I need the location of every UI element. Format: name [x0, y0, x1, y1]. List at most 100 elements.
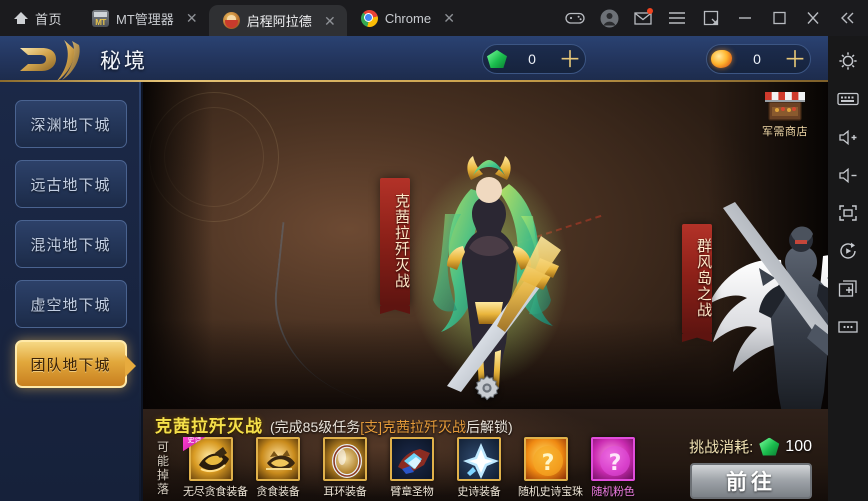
quest-desc-pre: (完成85级任务: [270, 419, 361, 435]
currency-coin[interactable]: 0 ＋: [706, 44, 811, 74]
coin-value: 0: [753, 51, 761, 67]
drop-item[interactable]: 史诗 贪食装备: [183, 437, 306, 499]
minimize-icon[interactable]: [728, 0, 762, 36]
tab-close-icon[interactable]: ✕: [181, 11, 203, 25]
close-icon[interactable]: [796, 0, 830, 36]
sidebar-item-raid[interactable]: 团队地下城: [14, 340, 136, 388]
dungeon-sidebar: 深渊地下城 远古地下城 混沌地下城 虚空地下城 团队地下城: [0, 82, 141, 501]
item-name: 臂章圣物: [390, 486, 434, 498]
menu-icon[interactable]: [660, 0, 694, 36]
quest-title: 克茜拉歼灭战: [155, 417, 263, 436]
gem-icon: [759, 437, 780, 456]
drop-item[interactable]: 史诗 耳环装备: [183, 437, 373, 499]
drop-item[interactable]: ? 史诗 随机史诗宝珠: [183, 437, 583, 499]
maximize-icon[interactable]: [762, 0, 796, 36]
record-icon[interactable]: [831, 234, 865, 268]
sidebar-item-abyss[interactable]: 深渊地下城: [14, 100, 127, 148]
mail-icon[interactable]: [626, 0, 660, 36]
military-shop-button[interactable]: 军需商店: [756, 88, 814, 139]
challenge-cost: 挑战消耗: 100: [689, 436, 812, 457]
item-name: 贪食装备: [256, 486, 300, 498]
cost-label: 挑战消耗:: [689, 439, 754, 456]
gem-icon: [487, 50, 507, 68]
drop-item[interactable]: 史诗 臂章圣物: [183, 437, 440, 499]
tab-label: 启程阿拉德: [246, 14, 312, 29]
drop-list: 史诗 无尽贪食装备 史诗 贪食装备 史诗 耳环装备: [183, 437, 641, 499]
account-avatar-icon[interactable]: [592, 0, 626, 36]
quest-desc-tag: [支]: [360, 419, 383, 435]
shop-label: 军需商店: [762, 126, 808, 138]
drop-item[interactable]: ? 随机粉色: [585, 437, 641, 499]
quest-row: 克茜拉歼灭战 (完成85级任务[支]克茜拉歼灭战后解锁): [155, 412, 513, 437]
quest-description: (完成85级任务[支]克茜拉歼灭战后解锁): [270, 417, 513, 437]
chrome-icon: [360, 9, 378, 27]
quest-desc-name: 克茜拉歼灭战: [382, 419, 467, 435]
svg-text:?: ?: [609, 451, 622, 476]
settings-gear-icon[interactable]: [831, 44, 865, 78]
currency-gem[interactable]: 0 ＋: [482, 44, 586, 74]
emulator-window: 首页 MT管理器 ✕ 启程阿拉德 ✕ Chrome ✕: [0, 0, 868, 501]
emulator-dock: [828, 36, 868, 501]
gamepad-icon[interactable]: [558, 0, 592, 36]
dungeon-info-panel: 克茜拉歼灭战 (完成85级任务[支]克茜拉歼灭战后解锁) 可能掉落 史诗 无尽贪…: [143, 409, 828, 501]
dungeon-map[interactable]: 克茜拉歼灭战 群风岛之战 军需商店: [143, 82, 828, 409]
gem-add-button[interactable]: ＋: [557, 46, 583, 72]
game-logo: [20, 40, 80, 82]
item-icon-armband-relic: [390, 437, 434, 481]
item-icon-endless-gluttony: [189, 437, 233, 481]
tab-game-alad[interactable]: 启程阿拉德 ✕: [208, 5, 347, 36]
map-path-decor: [486, 214, 620, 310]
collapse-icon[interactable]: [830, 0, 864, 36]
tab-label: Chrome: [384, 10, 432, 26]
go-button[interactable]: 前往: [690, 463, 812, 499]
more-icon[interactable]: [831, 310, 865, 344]
titlebar: 首页 MT管理器 ✕ 启程阿拉德 ✕ Chrome ✕: [0, 0, 868, 36]
item-icon-earring: [323, 437, 367, 481]
item-icon-random-epic-orb: ?: [524, 437, 568, 481]
item-name: 耳环装备: [323, 486, 367, 498]
coin-add-button[interactable]: ＋: [782, 46, 808, 72]
dungeon-node-gear-1[interactable]: [474, 375, 500, 401]
game-avatar-icon: [222, 12, 240, 29]
game-viewport: 秘境 0 ＋ 0 ＋ 深渊地下城 远古地下城 混沌地下城 虚空地下城 团队地下城: [0, 36, 828, 501]
sidebar-item-chaos[interactable]: 混沌地下城: [14, 220, 127, 268]
drop-item[interactable]: 史诗 史诗装备: [183, 437, 507, 499]
cost-value: 100: [785, 437, 812, 455]
home-button[interactable]: 首页: [0, 0, 78, 36]
page-title: 秘境: [100, 50, 148, 73]
multi-instance-icon[interactable]: [694, 0, 728, 36]
volume-up-icon[interactable]: [831, 120, 865, 154]
banner-kexila[interactable]: 克茜拉歼灭战: [380, 178, 410, 306]
keyboard-icon[interactable]: [831, 82, 865, 116]
item-name: 无尽贪食装备: [183, 486, 248, 498]
add-window-icon[interactable]: [831, 272, 865, 306]
game-header: 秘境 0 ＋ 0 ＋: [0, 36, 828, 82]
tab-chrome[interactable]: Chrome ✕: [347, 0, 466, 36]
item-icon-gluttony: [256, 437, 300, 481]
tab-close-icon[interactable]: ✕: [438, 11, 460, 25]
item-name: 随机史诗宝珠: [518, 486, 583, 498]
item-name: 随机粉色: [591, 486, 635, 498]
svg-text:?: ?: [542, 451, 555, 476]
volume-down-icon[interactable]: [831, 158, 865, 192]
item-icon-random-pink: ?: [591, 437, 635, 481]
tab-strip: MT管理器 ✕ 启程阿拉德 ✕ Chrome ✕: [78, 0, 466, 36]
tab-mt-manager[interactable]: MT管理器 ✕: [78, 0, 209, 36]
gem-value: 0: [528, 51, 536, 67]
drop-item[interactable]: 史诗 无尽贪食装备: [183, 437, 248, 499]
drop-label: 可能掉落: [157, 440, 170, 496]
sidebar-item-void[interactable]: 虚空地下城: [14, 280, 127, 328]
mail-badge: [647, 8, 653, 14]
banner-qunfengdao[interactable]: 群风岛之战: [682, 224, 712, 334]
fullscreen-icon[interactable]: [831, 196, 865, 230]
quest-desc-post: 后解锁): [466, 419, 513, 435]
home-label: 首页: [35, 11, 63, 27]
titlebar-controls: [558, 0, 868, 36]
item-name: 史诗装备: [457, 486, 501, 498]
sidebar-item-ancient[interactable]: 远古地下城: [14, 160, 127, 208]
item-icon-epic-equipment: [457, 437, 501, 481]
tab-label: MT管理器: [116, 11, 174, 27]
tab-close-icon[interactable]: ✕: [319, 14, 341, 28]
home-icon: [14, 11, 28, 25]
mt-manager-icon: [92, 9, 110, 27]
